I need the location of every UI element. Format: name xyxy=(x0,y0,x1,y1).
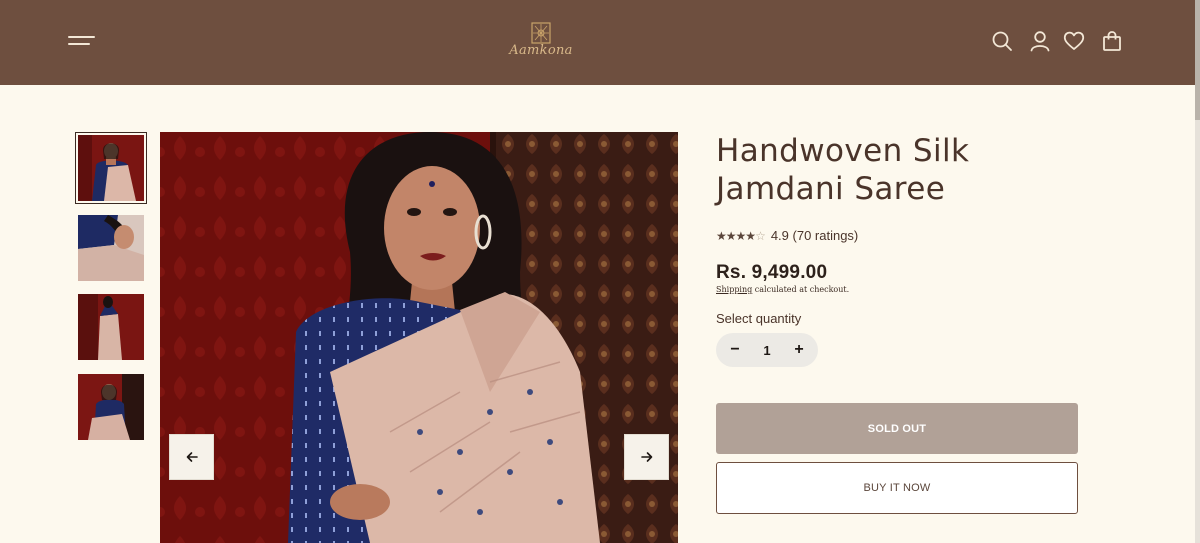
shipping-text: calculated at checkout. xyxy=(752,285,850,294)
star-outline-icon: ☆ xyxy=(755,228,766,243)
quantity-increment-button[interactable]: + xyxy=(792,341,806,359)
star-icon: ★ xyxy=(735,228,747,243)
next-image-button[interactable] xyxy=(624,434,669,480)
buy-it-now-button[interactable]: BUY IT NOW xyxy=(716,462,1078,514)
product-photo xyxy=(160,132,678,543)
quantity-stepper: − 1 + xyxy=(716,333,818,367)
product-title-line1: Handwoven Silk xyxy=(716,133,970,169)
thumbnail-2-image xyxy=(78,215,144,281)
thumbnail-4[interactable] xyxy=(78,374,144,440)
brand-name: Aamkona xyxy=(509,43,573,58)
quantity-value[interactable]: 1 xyxy=(763,343,770,358)
thumbnail-2[interactable] xyxy=(78,215,144,281)
site-header: Aamkona xyxy=(0,0,1195,85)
thumbnail-1[interactable] xyxy=(75,132,147,204)
quantity-decrement-button[interactable]: − xyxy=(728,341,742,359)
account-icon[interactable] xyxy=(1029,30,1051,52)
thumbnail-3[interactable] xyxy=(78,294,144,360)
scrollbar-thumb[interactable] xyxy=(1195,0,1200,120)
quantity-label: Select quantity xyxy=(716,311,802,326)
cart-icon[interactable] xyxy=(1101,30,1123,52)
brand-logo[interactable]: Aamkona xyxy=(505,22,577,62)
arrow-left-icon xyxy=(186,452,198,462)
star-icon: ★ xyxy=(716,228,727,243)
rating-stars: ★★★★☆ xyxy=(716,228,766,243)
logo-mark-icon xyxy=(531,22,551,44)
rating-text: 4.9 (70 ratings) xyxy=(770,228,859,243)
product-price: Rs. 9,499.00 xyxy=(716,262,828,283)
wishlist-icon[interactable] xyxy=(1063,30,1085,52)
scrollbar[interactable] xyxy=(1195,0,1200,543)
product-rating[interactable]: ★★★★☆ 4.9 (70 ratings) xyxy=(716,228,858,243)
sold-out-button[interactable]: SOLD OUT xyxy=(716,403,1078,454)
menu-icon[interactable] xyxy=(68,34,98,48)
search-icon[interactable] xyxy=(991,30,1013,52)
shipping-note: Shipping calculated at checkout. xyxy=(716,285,849,294)
product-title: Handwoven Silk Jamdani Saree xyxy=(716,132,1096,208)
star-icon: ★ xyxy=(745,228,756,243)
thumbnail-1-image xyxy=(78,135,144,201)
prev-image-button[interactable] xyxy=(169,434,214,480)
product-title-line2: Jamdani Saree xyxy=(716,171,946,207)
star-icon: ★ xyxy=(725,228,737,243)
shipping-link[interactable]: Shipping xyxy=(716,285,752,294)
thumbnail-3-image xyxy=(78,294,144,360)
arrow-right-icon xyxy=(640,452,652,462)
main-product-image xyxy=(160,132,678,543)
thumbnail-4-image xyxy=(78,374,144,440)
